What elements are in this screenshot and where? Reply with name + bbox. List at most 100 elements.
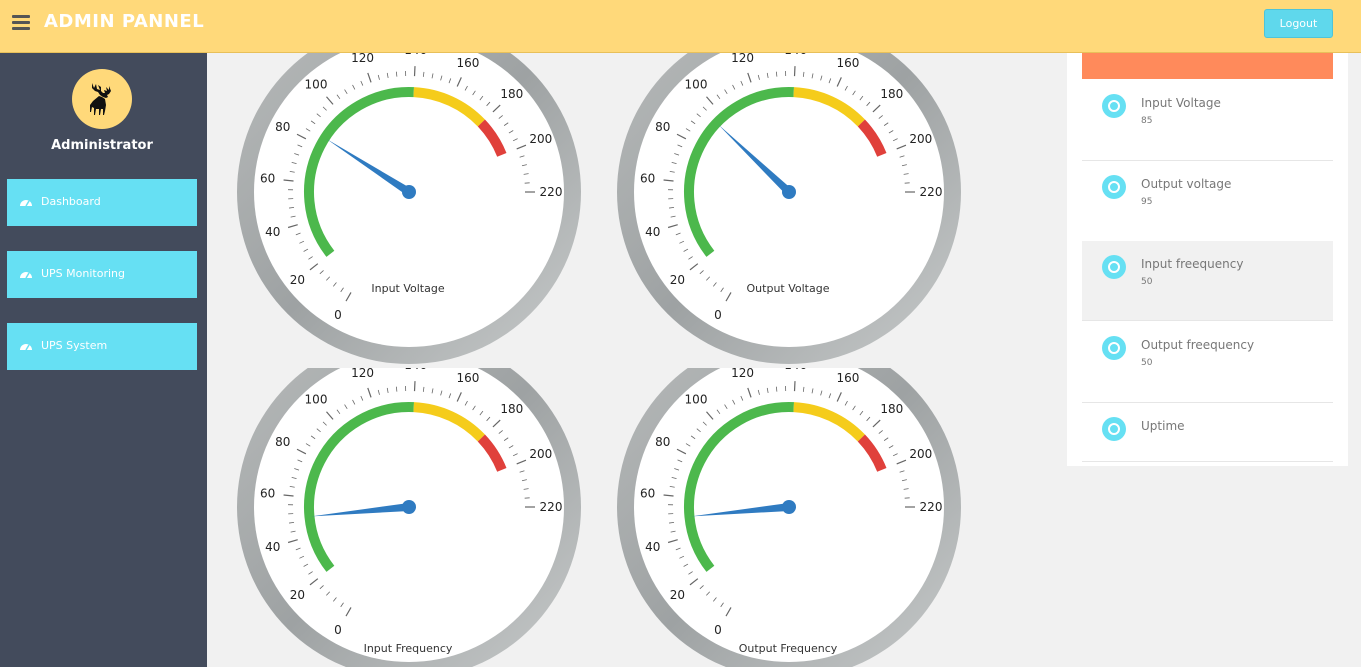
input-voltage-gauge: 0 20 40 60 80 100 120 140 160 180 200 220: [237, 53, 581, 364]
gauge-tick-label: 140: [784, 368, 807, 372]
detail-name: Uptime: [1141, 419, 1185, 433]
detail-name: Input Voltage: [1141, 96, 1221, 110]
gauge-label: Output Frequency: [738, 642, 838, 655]
gauge-tick-label: 100: [685, 393, 708, 407]
gauge-tick-label: 120: [731, 53, 754, 65]
gauge-tick-label: 20: [290, 273, 305, 287]
detail-value: 85: [1141, 116, 1153, 126]
detail-item-uptime[interactable]: Uptime: [1082, 404, 1333, 462]
gauge-tick-label: 100: [305, 393, 328, 407]
gauge-icon: [1102, 94, 1126, 118]
user-name: Administrator: [51, 138, 153, 153]
input-frequency-gauge: 0 20 40 60 80 100 120 140 160 180 200 220: [237, 368, 581, 667]
gauge-tick-label: 140: [784, 53, 807, 57]
sidebar-item-label: Dashboard: [41, 195, 101, 208]
gauge-tick-label: 40: [645, 225, 660, 239]
sidebar-item-label: UPS System: [41, 339, 108, 352]
gauge-tick-label: 200: [909, 132, 932, 146]
logout-button[interactable]: Logout: [1264, 9, 1333, 38]
dashboard-icon: [20, 200, 32, 207]
gauge-tick-label: 40: [645, 540, 660, 554]
details-panel: Input Voltage 85 Output voltage 95 Input…: [1067, 53, 1348, 466]
sidebar-item-label: UPS Monitoring: [41, 267, 125, 280]
gauge-tick-label: 180: [500, 87, 523, 101]
sidebar-item-ups-system[interactable]: UPS System: [7, 323, 197, 370]
gauge-tick-label: 100: [305, 78, 328, 92]
gauge-tick-label: 160: [457, 56, 480, 70]
gauge-tick-label: 200: [529, 132, 552, 146]
gauge-hub: [782, 500, 796, 514]
sidebar-item-ups-monitoring[interactable]: UPS Monitoring: [7, 251, 197, 298]
gauge-hub: [782, 185, 796, 199]
gauge-tick-label: 120: [351, 368, 374, 380]
gauge-tick-label: 80: [655, 120, 670, 134]
dashboard-icon: [20, 272, 32, 279]
gauge-hub: [402, 500, 416, 514]
gauge-tick-label: 20: [290, 588, 305, 602]
gauge-tick-label: 180: [500, 402, 523, 416]
gauge-tick-label: 220: [540, 500, 563, 514]
gauge-tick-label: 60: [260, 172, 275, 186]
sidebar: Administrator Dashboard UPS Monitoring U…: [0, 53, 207, 667]
gauge-tick-label: 80: [655, 435, 670, 449]
detail-name: Output voltage: [1141, 177, 1232, 191]
detail-item-output-frequency[interactable]: Output freequency 50: [1082, 323, 1333, 403]
gauge-hub: [402, 185, 416, 199]
top-bar: ADMIN PANNEL Logout: [0, 0, 1361, 53]
detail-value: 50: [1141, 358, 1153, 368]
gauge-tick-label: 140: [404, 53, 427, 57]
gauge-tick-label: 0: [334, 623, 342, 637]
output-frequency-gauge: 0 20 40 60 80 100 120 140 160 180 200 220: [617, 368, 961, 667]
gauge-label: Input Frequency: [363, 642, 453, 655]
gauge-tick-label: 180: [880, 87, 903, 101]
detail-item-input-voltage[interactable]: Input Voltage 85: [1082, 81, 1333, 161]
gauge-label: Output Voltage: [746, 282, 830, 295]
sidebar-item-dashboard[interactable]: Dashboard: [7, 179, 197, 226]
gauge-tick-label: 160: [837, 371, 860, 385]
gauge-icon: [1102, 417, 1126, 441]
gauge-tick-label: 140: [404, 368, 427, 372]
detail-item-input-frequency[interactable]: Input freequency 50: [1082, 241, 1333, 321]
detail-value: 95: [1141, 197, 1153, 207]
detail-name: Output freequency: [1141, 338, 1255, 352]
detail-item-output-voltage[interactable]: Output voltage 95: [1082, 162, 1333, 242]
gauge-tick-label: 200: [529, 447, 552, 461]
gauge-icon: [1102, 336, 1126, 360]
app-title: ADMIN PANNEL: [44, 11, 205, 32]
detail-name: Input freequency: [1141, 257, 1244, 271]
gauge-tick-label: 60: [640, 172, 655, 186]
gauge-tick-label: 40: [265, 225, 280, 239]
output-voltage-gauge: 0 20 40 60 80 100 120 140 160 180 200 220: [617, 53, 961, 364]
gauge-label: Input Voltage: [371, 282, 445, 295]
gauge-tick: [395, 386, 398, 392]
avatar: [72, 69, 132, 129]
gauge-tick-label: 20: [670, 273, 685, 287]
gauge-icon: [1102, 255, 1126, 279]
gauge-tick-label: 40: [265, 540, 280, 554]
gauge-tick-label: 0: [714, 308, 722, 322]
gauge-tick-label: 120: [351, 53, 374, 65]
gauge-tick-label: 100: [685, 78, 708, 92]
gauge-tick-label: 0: [714, 623, 722, 637]
panel-header: [1082, 53, 1333, 79]
gauge-tick-label: 160: [837, 56, 860, 70]
gauge-tick-label: 220: [920, 500, 943, 514]
gauge-tick-label: 60: [640, 487, 655, 501]
gauge-tick-label: 80: [275, 435, 290, 449]
dashboard-icon: [20, 344, 32, 351]
gauge-tick-label: 80: [275, 120, 290, 134]
deer-logo-icon: [90, 83, 111, 115]
gauge-tick-label: 220: [920, 185, 943, 199]
gauge-tick-label: 160: [457, 371, 480, 385]
gauge-tick: [775, 71, 778, 77]
gauge-tick-label: 200: [909, 447, 932, 461]
gauge-tick-label: 60: [260, 487, 275, 501]
detail-value: 50: [1141, 277, 1153, 287]
menu-icon[interactable]: [12, 15, 30, 31]
gauge-tick: [395, 71, 398, 77]
gauge-tick-label: 220: [540, 185, 563, 199]
gauge-tick-label: 20: [670, 588, 685, 602]
gauge-tick: [775, 386, 778, 392]
gauge-icon: [1102, 175, 1126, 199]
gauge-tick-label: 180: [880, 402, 903, 416]
